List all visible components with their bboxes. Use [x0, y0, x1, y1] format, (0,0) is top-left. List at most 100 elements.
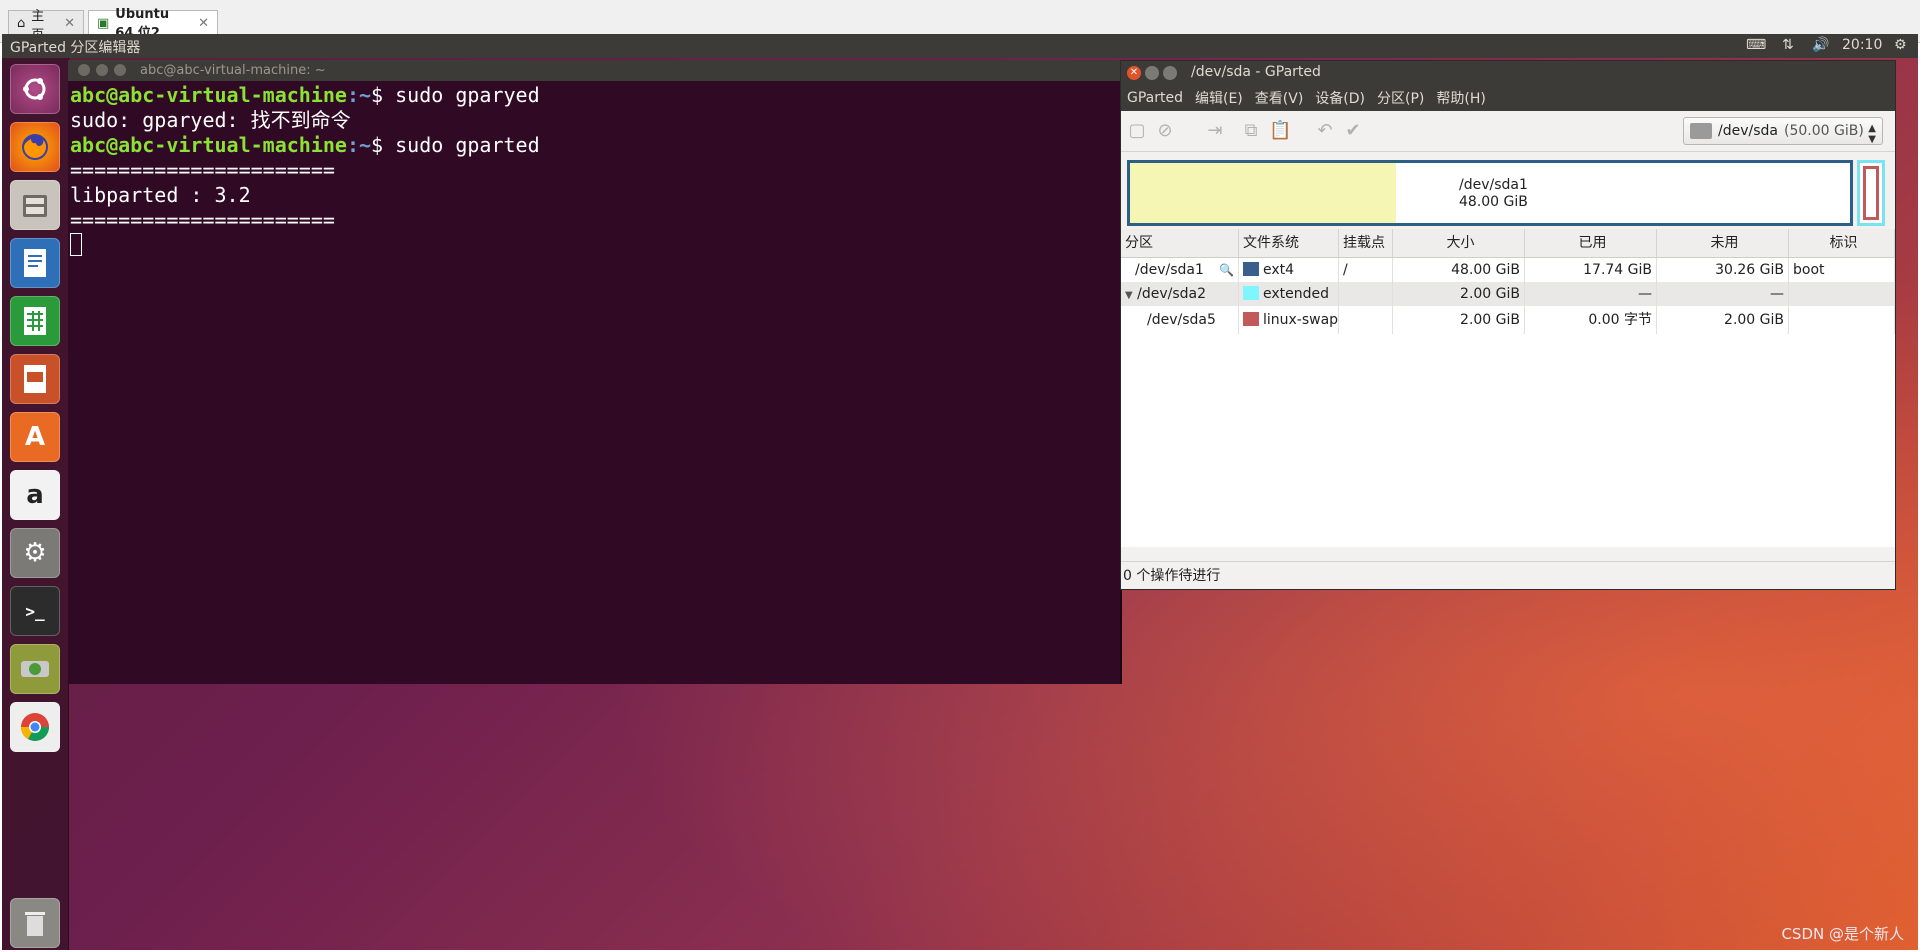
table-row[interactable]: /dev/sda1 🔍 ext4 / 48.00 GiB 17.74 GiB 30… [1121, 258, 1895, 282]
resize-move-icon[interactable]: ⇥ [1205, 121, 1225, 141]
terminal-line: abc@abc-virtual-machine:~$ sudo gparyed [70, 83, 540, 107]
unused: 2.00 GiB [1657, 306, 1789, 334]
size: 2.00 GiB [1393, 306, 1525, 334]
minimize-icon[interactable] [1145, 66, 1159, 80]
terminal-line: libparted : 3.2 [70, 183, 251, 207]
minimize-icon[interactable] [96, 64, 108, 76]
close-icon[interactable] [78, 64, 90, 76]
apply-icon[interactable]: ✔ [1343, 121, 1363, 141]
keyboard-icon[interactable]: ⌨ [1746, 37, 1766, 53]
trash-icon[interactable] [10, 898, 60, 948]
hard-disk-icon [1690, 123, 1712, 139]
amazon-icon[interactable]: a [10, 470, 60, 520]
paste-icon[interactable]: 📋 [1269, 121, 1291, 141]
gparted-window[interactable]: ✕ /dev/sda - GParted GParted 编辑(E) 查看(V)… [1120, 60, 1896, 590]
files-icon[interactable] [10, 180, 60, 230]
gparted-toolbar: ▢ ⊘ ⇥ ⧉ 📋 ↶ ✔ /dev/sda (50.00 GiB) ▲ ▼ [1121, 111, 1895, 152]
unused: — [1657, 282, 1789, 306]
mount-point: / [1339, 258, 1393, 282]
clock[interactable]: 20:10 [1842, 37, 1882, 53]
menu-edit[interactable]: 编辑(E) [1189, 88, 1249, 108]
software-center-icon[interactable]: A [10, 412, 60, 462]
active-app-title: GParted 分区编辑器 [10, 40, 141, 56]
vm-icon: ▣ [97, 16, 110, 31]
mount-point [1339, 306, 1393, 334]
device-selector[interactable]: /dev/sda (50.00 GiB) ▲ ▼ [1683, 117, 1883, 145]
table-row[interactable]: /dev/sda5 linux-swap 2.00 GiB 0.00 字节 2.… [1121, 306, 1895, 334]
flags [1789, 282, 1895, 306]
filesystem: extended [1263, 286, 1330, 302]
delete-icon[interactable]: ⊘ [1155, 121, 1175, 141]
used: 17.74 GiB [1525, 258, 1657, 282]
menu-device[interactable]: 设备(D) [1309, 88, 1371, 108]
menu-gparted[interactable]: GParted [1121, 90, 1189, 106]
column-header[interactable]: 标识 [1789, 229, 1895, 257]
partition-name: /dev/sda1 [1135, 262, 1204, 278]
network-icon[interactable]: ⇅ [1782, 37, 1794, 53]
table-row[interactable]: ▼ /dev/sda2 extended 2.00 GiB — — [1121, 282, 1895, 306]
partition-map-swap[interactable] [1863, 166, 1879, 220]
partition-map-sda1[interactable]: /dev/sda1 48.00 GiB [1127, 160, 1853, 226]
terminal-icon[interactable]: >_ [10, 586, 60, 636]
menu-help[interactable]: 帮助(H) [1430, 88, 1491, 108]
menu-partition[interactable]: 分区(P) [1371, 88, 1430, 108]
table-header: 分区 文件系统 挂载点 大小 已用 未用 标识 [1121, 229, 1895, 258]
top-panel: GParted 分区编辑器 ⌨ ⇅ 🔊 20:10 ⚙ [2, 34, 1918, 58]
firefox-icon[interactable] [10, 122, 60, 172]
column-header[interactable]: 大小 [1393, 229, 1525, 257]
filesystem-color-swatch [1243, 312, 1259, 326]
column-header[interactable]: 未用 [1657, 229, 1789, 257]
gparted-icon[interactable] [10, 644, 60, 694]
column-header[interactable]: 分区 [1121, 229, 1239, 257]
volume-icon[interactable]: 🔊 [1812, 37, 1829, 53]
launcher: A a ⚙ >_ [2, 58, 69, 950]
terminal-title: abc@abc-virtual-machine: ~ [140, 63, 326, 78]
close-icon[interactable]: ✕ [1127, 66, 1141, 80]
watermark: CSDN @是个新人 [1781, 925, 1904, 943]
flags: boot [1789, 258, 1895, 282]
terminal-window[interactable]: abc@abc-virtual-machine: ~ abc@abc-virtu… [68, 60, 1122, 684]
column-header[interactable]: 已用 [1525, 229, 1657, 257]
partition-name: /dev/sda2 [1137, 286, 1207, 302]
calc-icon[interactable] [10, 296, 60, 346]
column-header[interactable]: 挂载点 [1339, 229, 1393, 257]
gear-icon[interactable]: ⚙ [1894, 37, 1907, 53]
new-partition-icon[interactable]: ▢ [1127, 121, 1147, 141]
terminal-output[interactable]: abc@abc-virtual-machine:~$ sudo gparyed … [68, 81, 1120, 260]
system-settings-icon[interactable]: ⚙ [10, 528, 60, 578]
partition-map-extended[interactable] [1857, 160, 1885, 226]
host-tab-home[interactable]: ⌂ 主页 ✕ [8, 9, 84, 43]
terminal-titlebar[interactable]: abc@abc-virtual-machine: ~ [68, 60, 1120, 81]
gparted-titlebar[interactable]: ✕ /dev/sda - GParted [1121, 61, 1895, 85]
terminal-line: abc@abc-virtual-machine:~$ sudo gparted [70, 133, 540, 157]
chrome-icon[interactable] [10, 702, 60, 752]
unused: 30.26 GiB [1657, 258, 1789, 282]
chevron-updown-icon: ▲ ▼ [1868, 123, 1876, 145]
close-icon[interactable]: ✕ [64, 16, 75, 31]
host-tab-ubuntu[interactable]: ▣ Ubuntu 64 位2 ✕ [88, 7, 218, 41]
gparted-title: /dev/sda - GParted [1191, 64, 1321, 80]
filesystem-color-swatch [1243, 286, 1259, 300]
key-icon: 🔍 [1219, 263, 1234, 277]
writer-icon[interactable] [10, 238, 60, 288]
status-bar: 0 个操作待进行 [1121, 561, 1895, 589]
menu-view[interactable]: 查看(V) [1249, 88, 1310, 108]
partition-map: /dev/sda1 48.00 GiB [1121, 152, 1895, 228]
expander-icon[interactable]: ▼ [1125, 290, 1133, 301]
copy-icon[interactable]: ⧉ [1241, 121, 1261, 141]
terminal-line: sudo: gparyed: 找不到命令 [70, 108, 351, 132]
column-header[interactable]: 文件系统 [1239, 229, 1339, 257]
maximize-icon[interactable] [1163, 66, 1177, 80]
filesystem: linux-swap [1263, 312, 1339, 328]
mount-point [1339, 282, 1393, 306]
ubuntu-dash-icon[interactable] [10, 64, 60, 114]
maximize-icon[interactable] [114, 64, 126, 76]
close-icon[interactable]: ✕ [198, 16, 209, 31]
size: 48.00 GiB [1393, 258, 1525, 282]
used: 0.00 字节 [1525, 306, 1657, 334]
used-space-bar [1130, 163, 1397, 223]
undo-icon[interactable]: ↶ [1315, 121, 1335, 141]
impress-icon[interactable] [10, 354, 60, 404]
flags [1789, 306, 1895, 334]
terminal-line: ====================== [70, 158, 335, 182]
